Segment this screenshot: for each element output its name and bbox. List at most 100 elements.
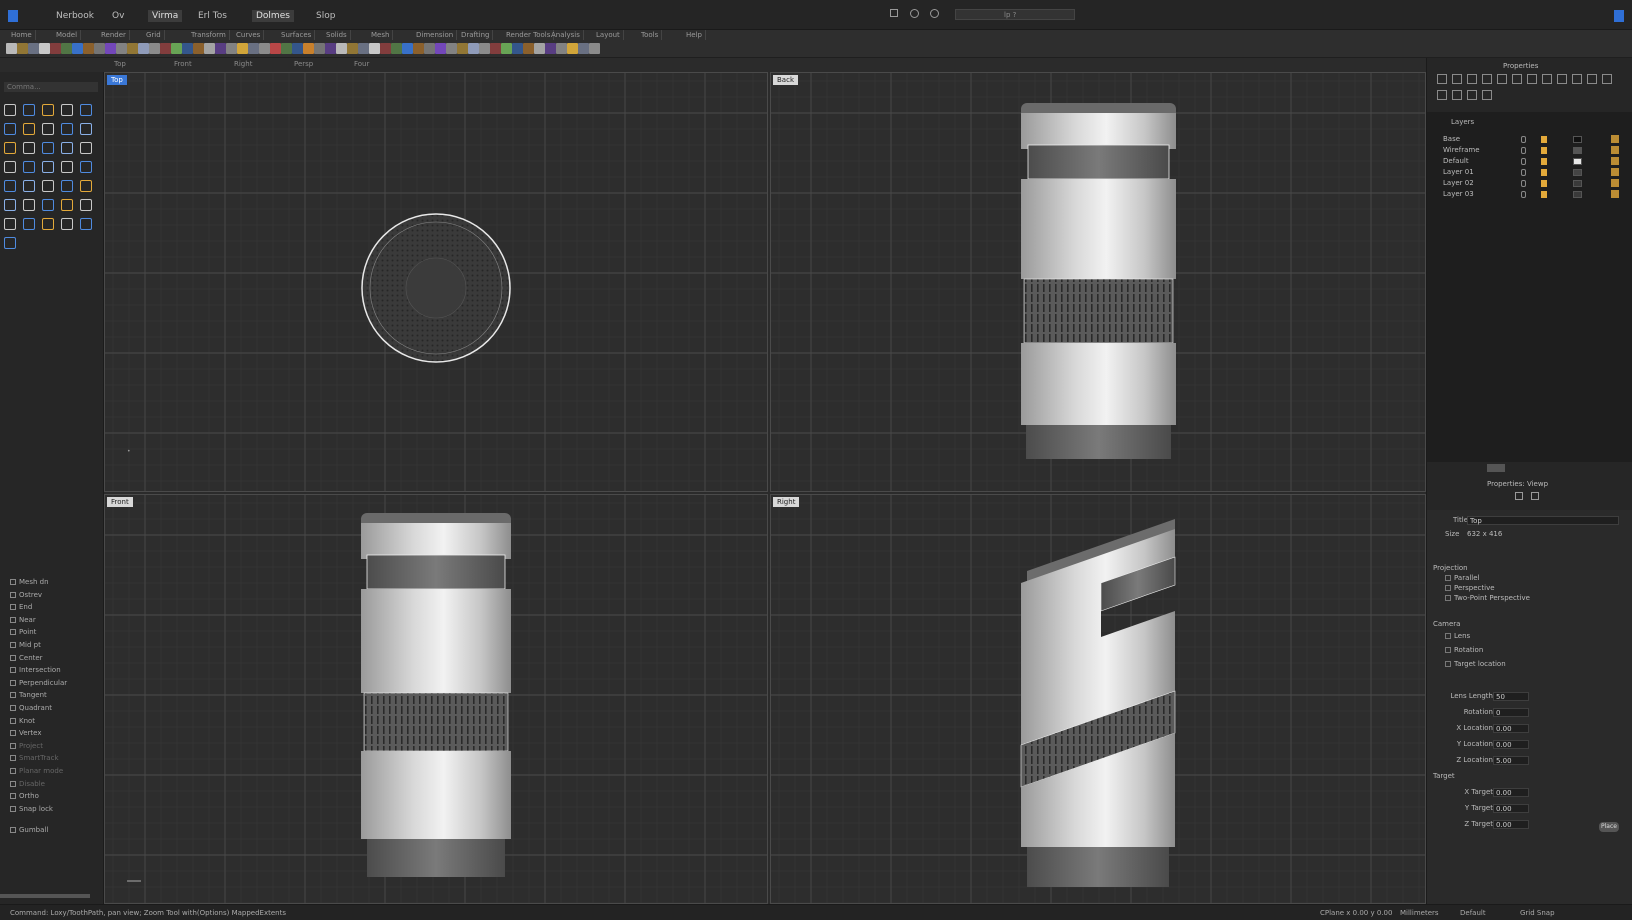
- palette-tool-icon[interactable]: [61, 123, 73, 135]
- toolbar-tool-icon[interactable]: [17, 43, 28, 54]
- osnap-checkbox[interactable]: [10, 692, 16, 699]
- layer-material-icon[interactable]: [1611, 157, 1619, 165]
- layer-row[interactable]: Base: [1443, 134, 1623, 145]
- toolbar-tool-icon[interactable]: [479, 43, 490, 54]
- ribbon-tab-11[interactable]: Render Tools: [503, 30, 555, 40]
- toolbar-tool-icon[interactable]: [512, 43, 523, 54]
- palette-tool-icon[interactable]: [4, 218, 16, 230]
- view-tab-2[interactable]: Right: [234, 60, 252, 68]
- menu-item-2[interactable]: Virma: [148, 10, 183, 22]
- palette-tool-icon[interactable]: [80, 142, 92, 154]
- target-input[interactable]: 0.00: [1493, 788, 1529, 797]
- toolbar-tool-icon[interactable]: [39, 43, 50, 54]
- palette-tool-icon[interactable]: [61, 199, 73, 211]
- osnap-item[interactable]: Ortho: [10, 790, 39, 802]
- osnap-item[interactable]: Vertex: [10, 727, 42, 739]
- osnap-item[interactable]: Project: [10, 740, 43, 752]
- status-item[interactable]: Default: [1460, 909, 1486, 917]
- layer-visible-icon[interactable]: [1521, 147, 1526, 154]
- toolbar-tool-icon[interactable]: [50, 43, 61, 54]
- property-tool-icon[interactable]: [1587, 74, 1597, 84]
- target-input[interactable]: 0.00: [1493, 804, 1529, 813]
- palette-tool-icon[interactable]: [61, 180, 73, 192]
- layer-row[interactable]: Layer 02: [1443, 178, 1623, 189]
- property-tool-icon[interactable]: [1467, 74, 1477, 84]
- toolbar-tool-icon[interactable]: [424, 43, 435, 54]
- camera-option[interactable]: Lens: [1445, 632, 1470, 640]
- palette-tool-icon[interactable]: [42, 180, 54, 192]
- property-tool-icon[interactable]: [1437, 90, 1447, 100]
- left-scrollbar[interactable]: [0, 894, 90, 898]
- viewport-back[interactable]: Back: [770, 72, 1426, 492]
- osnap-checkbox[interactable]: [10, 667, 16, 674]
- palette-tool-icon[interactable]: [4, 237, 16, 249]
- layer-material-icon[interactable]: [1611, 135, 1619, 143]
- toolbar-tool-icon[interactable]: [336, 43, 347, 54]
- property-tool-icon[interactable]: [1482, 90, 1492, 100]
- property-tool-icon[interactable]: [1602, 74, 1612, 84]
- option-checkbox[interactable]: [1445, 661, 1451, 667]
- palette-tool-icon[interactable]: [80, 180, 92, 192]
- ribbon-tab-5[interactable]: Curves: [233, 30, 265, 40]
- toolbar-tool-icon[interactable]: [303, 43, 314, 54]
- toolbar-tool-icon[interactable]: [380, 43, 391, 54]
- ribbon-tab-14[interactable]: Tools: [638, 30, 663, 40]
- layer-lock-icon[interactable]: [1541, 180, 1547, 187]
- view-tab-4[interactable]: Four: [354, 60, 369, 68]
- toolbar-tool-icon[interactable]: [193, 43, 204, 54]
- layer-visible-icon[interactable]: [1521, 158, 1526, 165]
- layer-row[interactable]: Layer 01: [1443, 167, 1623, 178]
- osnap-item[interactable]: Ostrev: [10, 589, 42, 601]
- toolbar-tool-icon[interactable]: [523, 43, 534, 54]
- toolbar-tool-icon[interactable]: [534, 43, 545, 54]
- osnap-item[interactable]: Mid pt: [10, 639, 41, 651]
- layer-lock-icon[interactable]: [1541, 169, 1547, 176]
- layer-lock-icon[interactable]: [1541, 147, 1547, 154]
- toolbar-tool-icon[interactable]: [160, 43, 171, 54]
- palette-tool-icon[interactable]: [4, 123, 16, 135]
- layer-material-icon[interactable]: [1611, 179, 1619, 187]
- status-item[interactable]: CPlane x 0.00 y 0.00: [1320, 909, 1392, 917]
- viewport-label-right[interactable]: Right: [773, 497, 800, 507]
- ribbon-tab-12[interactable]: Analysis: [548, 30, 584, 40]
- ribbon-tab-0[interactable]: Home: [8, 30, 36, 40]
- menu-item-5[interactable]: Slop: [312, 10, 339, 22]
- layer-lock-icon[interactable]: [1541, 191, 1547, 198]
- toolbar-tool-icon[interactable]: [358, 43, 369, 54]
- palette-tool-icon[interactable]: [61, 104, 73, 116]
- palette-tool-icon[interactable]: [61, 218, 73, 230]
- toolbar-tool-icon[interactable]: [83, 43, 94, 54]
- osnap-item[interactable]: Planar mode: [10, 765, 63, 777]
- ribbon-tab-6[interactable]: Surfaces: [278, 30, 316, 40]
- view-tab-0[interactable]: Top: [114, 60, 126, 68]
- ribbon-tab-10[interactable]: Drafting: [458, 30, 494, 40]
- grid-icon[interactable]: [1531, 492, 1539, 500]
- layer-material-icon[interactable]: [1611, 190, 1619, 198]
- toolbar-tool-icon[interactable]: [281, 43, 292, 54]
- toolbar-tool-icon[interactable]: [270, 43, 281, 54]
- layer-lock-icon[interactable]: [1541, 158, 1547, 165]
- panel-toggle-icon[interactable]: [1614, 10, 1624, 22]
- toolbar-tool-icon[interactable]: [369, 43, 380, 54]
- toolbar-tool-icon[interactable]: [215, 43, 226, 54]
- ribbon-tab-1[interactable]: Model: [53, 30, 82, 40]
- search-icon[interactable]: [930, 9, 939, 18]
- palette-tool-icon[interactable]: [23, 199, 35, 211]
- property-tool-icon[interactable]: [1542, 74, 1552, 84]
- property-tool-icon[interactable]: [1452, 74, 1462, 84]
- osnap-item[interactable]: End: [10, 601, 32, 613]
- view-tab-1[interactable]: Front: [174, 60, 192, 68]
- osnap-checkbox[interactable]: [10, 827, 16, 833]
- toolbar-tool-icon[interactable]: [545, 43, 556, 54]
- toolbar-tool-icon[interactable]: [259, 43, 270, 54]
- object-front-view[interactable]: [105, 495, 768, 904]
- viewport-right[interactable]: Right: [770, 494, 1426, 904]
- object-right-view[interactable]: [771, 495, 1426, 904]
- ribbon-tab-3[interactable]: Grid: [143, 30, 165, 40]
- projection-option[interactable]: Two-Point Perspective: [1445, 594, 1530, 602]
- toolbar-tool-icon[interactable]: [237, 43, 248, 54]
- ribbon-tab-8[interactable]: Mesh: [368, 30, 394, 40]
- osnap-checkbox[interactable]: [10, 679, 16, 686]
- property-tool-icon[interactable]: [1482, 74, 1492, 84]
- palette-tool-icon[interactable]: [42, 104, 54, 116]
